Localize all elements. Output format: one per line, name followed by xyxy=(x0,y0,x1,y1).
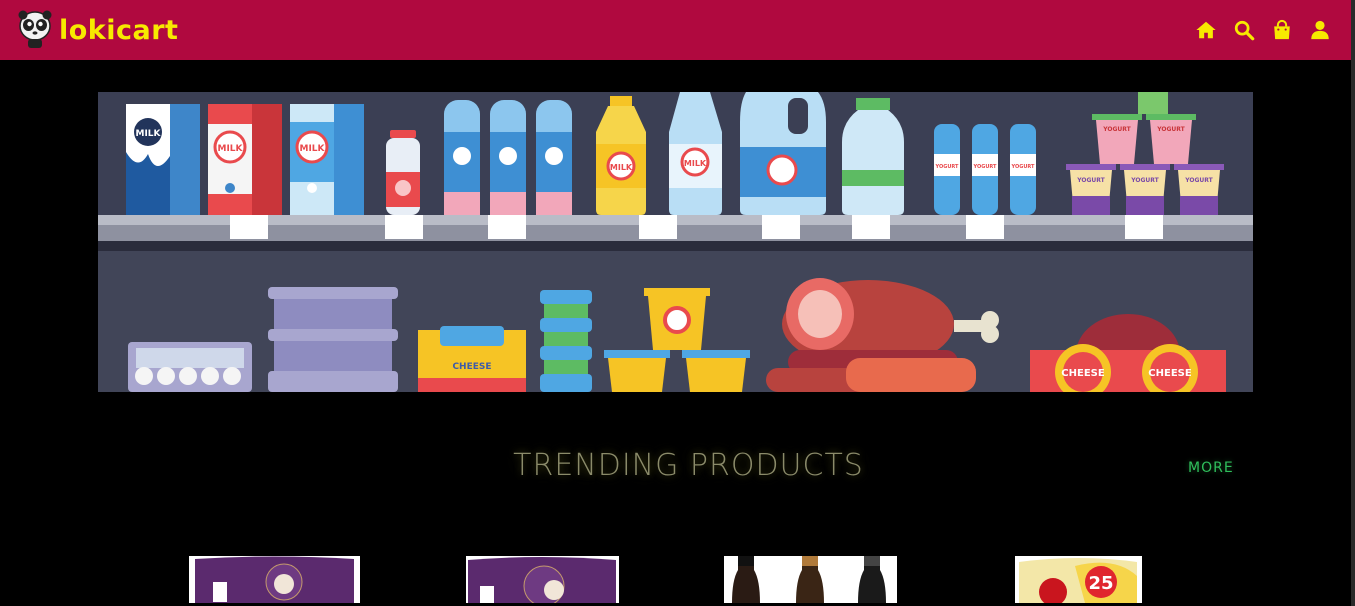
yogurt-label-4: YOGURT xyxy=(1102,126,1131,133)
yogurt-label-6: YOGURT xyxy=(1076,177,1105,184)
milk-jug xyxy=(740,92,826,215)
small-yogurt-bottles: YOGURT YOGURT YOGURT xyxy=(934,124,1036,215)
product-image-4: 25 xyxy=(1015,556,1142,603)
yogurt-label-8: YOGURT xyxy=(1184,177,1213,184)
supermarket-shelf-illustration: MILK MILK MILK MILK MILK YOGURT YOGURT Y… xyxy=(98,92,1253,392)
product-image-1 xyxy=(189,556,360,603)
product-card-3[interactable] xyxy=(724,556,897,603)
milk-label-3: MILK xyxy=(299,144,325,154)
milk-carton-3: MILK xyxy=(290,104,364,215)
user-icon[interactable] xyxy=(1309,19,1331,41)
milk-label-1: MILK xyxy=(135,129,161,139)
milk-label-5: MILK xyxy=(684,159,707,168)
yogurt-label-5: YOGURT xyxy=(1156,126,1185,133)
yogurt-drinks xyxy=(444,100,572,215)
strawberry-drink xyxy=(386,130,420,215)
trending-products-title: TRENDING PRODUCTS xyxy=(513,448,864,483)
hero-banner: MILK MILK MILK MILK MILK YOGURT YOGURT Y… xyxy=(98,92,1253,392)
yogurt-label-2: YOGURT xyxy=(973,164,997,170)
cheese-label-2: CHEESE xyxy=(1061,368,1105,379)
yogurt-label-3: YOGURT xyxy=(1011,164,1035,170)
yogurt-label-7: YOGURT xyxy=(1130,177,1159,184)
green-containers xyxy=(540,290,592,392)
milk-label-4: MILK xyxy=(610,163,633,172)
milk-carton-2: MILK xyxy=(208,104,282,215)
product-image-3 xyxy=(724,556,897,603)
home-icon[interactable] xyxy=(1195,19,1217,41)
product-badge: 25 xyxy=(1088,573,1113,594)
yogurt-label-1: YOGURT xyxy=(935,164,959,170)
top-navbar: lokicart xyxy=(0,0,1351,60)
cheese-label-3: CHEESE xyxy=(1148,368,1192,379)
cheese-label-1: CHEESE xyxy=(452,362,491,372)
shopping-bag-icon[interactable] xyxy=(1271,19,1293,41)
clear-milk-bottle: MILK xyxy=(669,92,722,215)
cheese-packs: CHEESE xyxy=(418,326,526,392)
product-card-1[interactable] xyxy=(189,556,360,603)
search-icon[interactable] xyxy=(1233,19,1255,41)
panda-logo-icon xyxy=(18,10,52,48)
nav-icons xyxy=(1195,19,1331,41)
milk-carton-1: MILK xyxy=(126,104,200,215)
product-card-4[interactable]: 25 xyxy=(1015,556,1142,603)
brand-link[interactable]: lokicart xyxy=(18,10,178,50)
product-card-2[interactable] xyxy=(466,556,619,603)
scrollbar[interactable] xyxy=(1351,0,1355,606)
brand-name: lokicart xyxy=(59,14,179,46)
more-link[interactable]: MORE xyxy=(1188,460,1234,476)
product-image-2 xyxy=(466,556,619,603)
milk-label-2: MILK xyxy=(217,144,243,154)
